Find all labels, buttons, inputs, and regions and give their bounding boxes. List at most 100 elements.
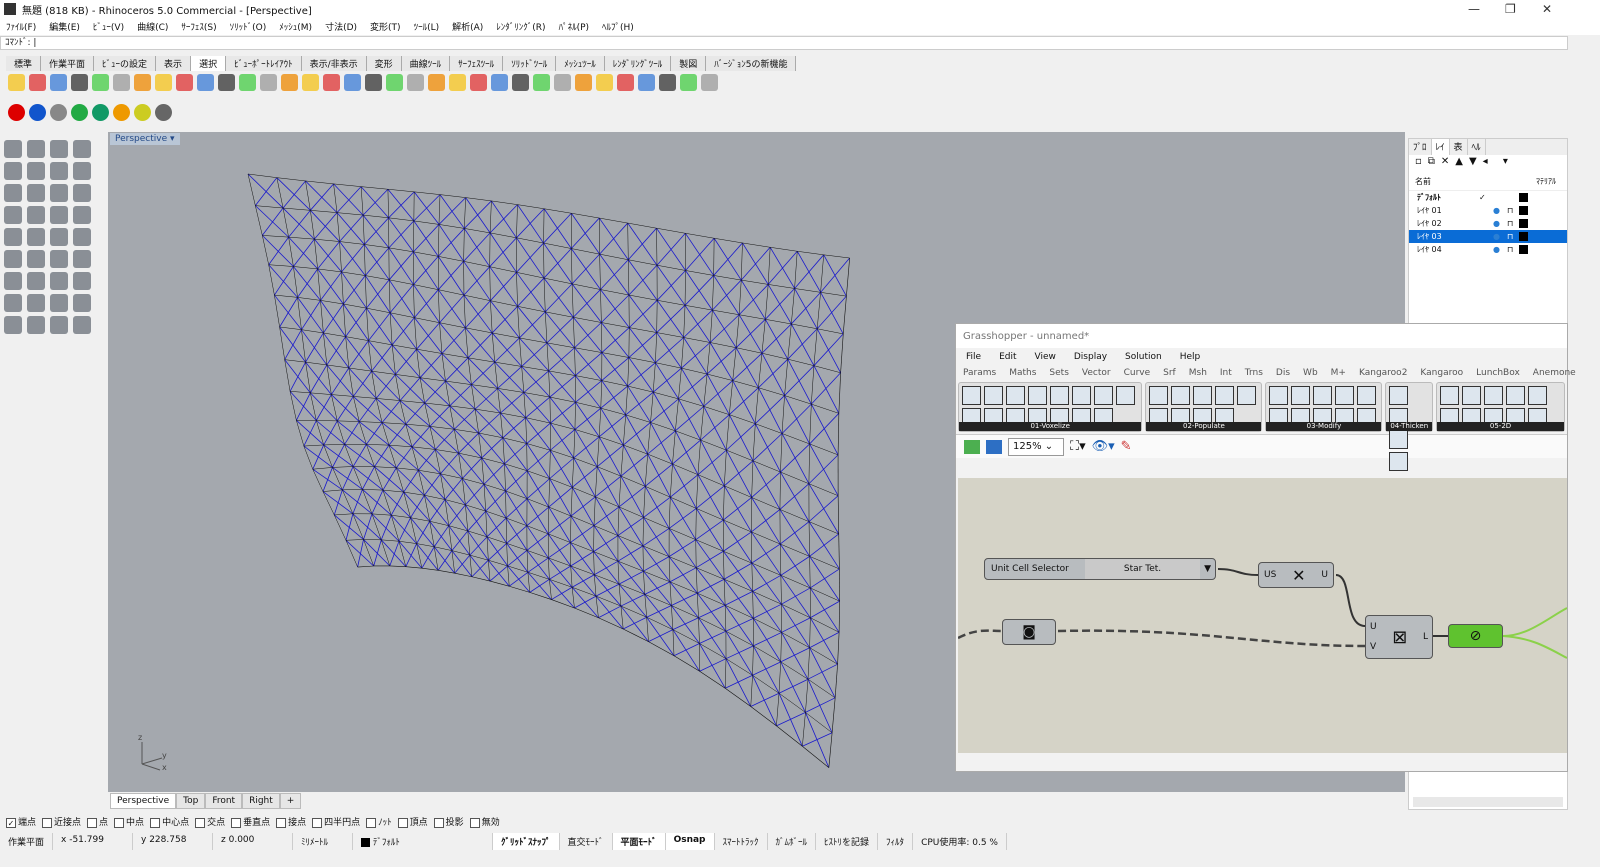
- render-tool-icon[interactable]: [71, 104, 88, 121]
- tool-icon[interactable]: [470, 74, 487, 91]
- left-tool-icon[interactable]: [50, 250, 68, 268]
- left-tool-icon[interactable]: [27, 140, 45, 158]
- tool-icon[interactable]: [428, 74, 445, 91]
- gh-tab[interactable]: Anemone: [1533, 368, 1576, 378]
- gh-component-icon[interactable]: [1440, 386, 1460, 405]
- layer-row[interactable]: ﾚｲﾔ 04 ● ⊓: [1409, 243, 1567, 256]
- gh-tab[interactable]: Trns: [1245, 368, 1263, 378]
- gh-menu-item[interactable]: Solution: [1125, 352, 1162, 362]
- panel-tab[interactable]: ﾚｲ: [1431, 139, 1450, 155]
- visibility-bulb-icon[interactable]: ●: [1493, 232, 1500, 241]
- left-tool-icon[interactable]: [73, 316, 91, 334]
- left-tool-icon[interactable]: [4, 162, 22, 180]
- lock-icon[interactable]: ⊓: [1507, 245, 1513, 254]
- osnap-option[interactable]: 投影: [433, 815, 464, 828]
- tool-icon[interactable]: [659, 74, 676, 91]
- tool-icon[interactable]: [512, 74, 529, 91]
- left-tool-icon[interactable]: [73, 184, 91, 202]
- status-layer[interactable]: ﾃﾞﾌｫﾙﾄ: [353, 833, 494, 850]
- left-tool-icon[interactable]: [73, 206, 91, 224]
- gh-component-icon[interactable]: [1006, 386, 1025, 405]
- checkbox[interactable]: [366, 817, 377, 828]
- gh-component-icon[interactable]: [1528, 386, 1548, 405]
- gh-tab[interactable]: M+: [1331, 368, 1346, 378]
- toolbar-tab[interactable]: 作業平面: [41, 56, 95, 71]
- left-tool-icon[interactable]: [73, 140, 91, 158]
- gh-component-icon[interactable]: [962, 386, 981, 405]
- left-tool-icon[interactable]: [4, 316, 22, 334]
- gh-component-icon[interactable]: [1269, 386, 1289, 405]
- osnap-option[interactable]: 点: [87, 815, 108, 828]
- left-tool-icon[interactable]: [27, 250, 45, 268]
- add-viewport-tab[interactable]: +: [279, 793, 302, 809]
- gumball-toggle[interactable]: ｶﾞﾑﾎﾞｰﾙ: [768, 833, 817, 850]
- filter-toggle[interactable]: ﾌｨﾙﾀ: [878, 833, 914, 850]
- gh-menu-item[interactable]: Edit: [999, 352, 1016, 362]
- checkbox[interactable]: [87, 817, 98, 828]
- toolbar-tab[interactable]: ﾋﾞｭｰの設定: [94, 56, 157, 71]
- gh-component-icon[interactable]: [1072, 386, 1091, 405]
- gh-menu-item[interactable]: File: [966, 352, 981, 362]
- left-tool-icon[interactable]: [50, 162, 68, 180]
- visibility-bulb-icon[interactable]: ●: [1493, 219, 1500, 228]
- left-tool-icon[interactable]: [4, 228, 22, 246]
- gh-component-icon[interactable]: [1028, 386, 1047, 405]
- menu-item[interactable]: ﾌｧｲﾙ(F): [6, 20, 36, 33]
- render-tool-icon[interactable]: [92, 104, 109, 121]
- tool-icon[interactable]: [533, 74, 550, 91]
- gh-tab[interactable]: Sets: [1049, 368, 1068, 378]
- grasshopper-canvas[interactable]: Unit Cell Selector Star Tet. ▼ US ✕ U ◙ UV…: [958, 478, 1567, 753]
- checkbox[interactable]: ✓: [6, 817, 16, 828]
- left-tool-icon[interactable]: [50, 272, 68, 290]
- gh-component-icon[interactable]: [1215, 386, 1235, 405]
- checkbox[interactable]: [397, 817, 408, 828]
- gh-tab[interactable]: Wb: [1303, 368, 1318, 378]
- menu-item[interactable]: ﾂｰﾙ(L): [414, 20, 440, 33]
- gh-component-icon[interactable]: [1050, 386, 1069, 405]
- menu-item[interactable]: ﾊﾟﾈﾙ(P): [559, 20, 589, 33]
- minimize-button[interactable]: —: [1468, 2, 1480, 16]
- zoom-extents-icon[interactable]: ⛶▾: [1070, 439, 1086, 454]
- left-tool-icon[interactable]: [73, 162, 91, 180]
- preview-component[interactable]: ⊘: [1448, 624, 1503, 648]
- gh-tab[interactable]: Srf: [1163, 368, 1176, 378]
- tool-icon[interactable]: [29, 74, 46, 91]
- menu-item[interactable]: 曲線(C): [137, 20, 168, 33]
- tool-icon[interactable]: [617, 74, 634, 91]
- tool-icon[interactable]: [449, 74, 466, 91]
- gh-menu-item[interactable]: Help: [1180, 352, 1201, 362]
- render-tool-icon[interactable]: [50, 104, 67, 121]
- zoom-select[interactable]: 125% ⌄: [1008, 437, 1064, 456]
- osnap-option[interactable]: 近接点: [42, 815, 81, 828]
- checkbox[interactable]: [42, 817, 53, 828]
- gh-component-icon[interactable]: [1237, 386, 1257, 405]
- preview-eye-icon[interactable]: 👁▾: [1092, 439, 1115, 454]
- gh-component-icon[interactable]: [1506, 386, 1526, 405]
- checkbox[interactable]: [114, 817, 125, 828]
- gh-component-icon[interactable]: [1313, 386, 1333, 405]
- left-tool-icon[interactable]: [50, 228, 68, 246]
- command-input[interactable]: ｺﾏﾝﾄﾞ: |: [0, 36, 1568, 50]
- left-tool-icon[interactable]: [4, 250, 22, 268]
- osnap-option[interactable]: 中心点: [150, 815, 189, 828]
- osnap-option[interactable]: 垂直点: [231, 815, 270, 828]
- menu-item[interactable]: 変形(T): [370, 20, 401, 33]
- tool-icon[interactable]: [155, 74, 172, 91]
- gh-tab[interactable]: Kangaroo: [1420, 368, 1463, 378]
- toolbar-tab[interactable]: 製図: [671, 56, 707, 71]
- gh-component-icon[interactable]: [1389, 430, 1409, 449]
- panel-tab[interactable]: ﾌﾟﾛ: [1409, 139, 1432, 155]
- viewport-tab[interactable]: Top: [176, 793, 206, 809]
- tool-icon[interactable]: [92, 74, 109, 91]
- tool-icon[interactable]: [554, 74, 571, 91]
- left-tool-icon[interactable]: [27, 206, 45, 224]
- toolbar-tab[interactable]: ﾚﾝﾀﾞﾘﾝｸﾞﾂｰﾙ: [604, 56, 672, 71]
- gh-tab[interactable]: Dis: [1276, 368, 1290, 378]
- osnap-option[interactable]: 接点: [276, 815, 306, 828]
- smarttrack-toggle[interactable]: ｽﾏｰﾄﾄﾗｯｸ: [715, 833, 768, 850]
- menu-item[interactable]: ｻｰﾌｪｽ(S): [181, 20, 216, 33]
- panel-scrollbar[interactable]: [1413, 797, 1563, 807]
- gh-component-icon[interactable]: [1389, 386, 1409, 405]
- checkbox[interactable]: [276, 817, 287, 828]
- menu-item[interactable]: 編集(E): [49, 20, 80, 33]
